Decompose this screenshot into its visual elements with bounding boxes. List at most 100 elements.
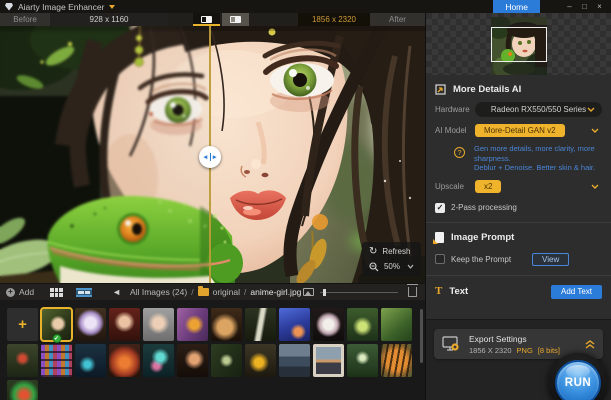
thumbnail-parrot[interactable] [7, 380, 38, 400]
breadcrumb-folder[interactable]: original [213, 287, 240, 297]
split-view-toggle[interactable] [192, 13, 220, 26]
navigator-viewport[interactable] [491, 27, 547, 62]
thumbnail-blue-crystals[interactable] [279, 308, 310, 341]
thumbnail-white-flower[interactable] [313, 308, 344, 341]
chevron-down-icon[interactable] [591, 128, 599, 133]
slider-thumb[interactable] [323, 288, 326, 296]
close-button[interactable]: × [592, 0, 607, 13]
side-by-side-toggle[interactable] [221, 13, 249, 26]
titlebar: Aiarty Image Enhancer Home – □ × [0, 0, 611, 13]
breadcrumb-filename: anime-girl.jpg [250, 287, 302, 297]
view-prompt-button[interactable]: View [532, 252, 570, 266]
ai-model-row: AI Model More-Detail GAN v2 [435, 124, 602, 137]
thumbnail-cyberpunk-street[interactable] [75, 344, 106, 377]
thumbnail-mountains[interactable] [279, 344, 310, 377]
export-details: 1856 X 2320 PNG [8 bits] [469, 346, 560, 355]
run-button-ring: RUN [548, 353, 608, 400]
handle-bar-icon [209, 153, 211, 161]
magnifier-icon [369, 261, 379, 271]
thumbnail-game-icons[interactable] [41, 344, 72, 377]
thumbnail-forest-flyer[interactable] [347, 344, 378, 377]
thumbnail-old-man[interactable] [177, 344, 208, 377]
window-controls: – □ × [562, 0, 607, 13]
split-view-icon [200, 16, 212, 23]
image-prompt-section-header: Image Prompt [433, 231, 602, 244]
minimize-button[interactable]: – [562, 0, 577, 13]
run-button[interactable]: RUN [555, 360, 601, 400]
description-line1: Gen more details, more clarity, more sha… [474, 144, 595, 163]
ai-model-pill[interactable]: More-Detail GAN v2 [475, 124, 565, 137]
refresh-button[interactable]: ↻ Refresh [369, 246, 414, 257]
export-bit-depth: [8 bits] [537, 345, 560, 355]
thumbnail-orange-room[interactable] [109, 344, 140, 377]
hardware-select[interactable]: Radeon RX550/550 Series [475, 102, 602, 117]
collapse-chevron-icon[interactable] [585, 339, 595, 349]
thumbnail-portrait-blonde[interactable] [143, 308, 174, 341]
upscale-control: x2 [475, 179, 602, 193]
upscale-pill[interactable]: x2 [475, 179, 502, 193]
thumbnail-moth-leaves[interactable] [211, 344, 242, 377]
breadcrumb-all-images[interactable]: All Images (24) [130, 287, 187, 297]
app-window: Aiarty Image Enhancer Home – □ × Before … [0, 0, 611, 400]
thumbnail-anime-girl[interactable]: ✓ [40, 307, 73, 343]
maximize-button[interactable]: □ [577, 0, 592, 13]
tab-before[interactable]: Before [0, 13, 50, 26]
details-header: More Details AI [453, 84, 522, 95]
thumbnail-excavator[interactable] [245, 344, 276, 377]
help-icon[interactable]: ? [454, 147, 465, 158]
ai-model-description: ? Gen more details, more clarity, more s… [454, 144, 602, 173]
thumbnail-parrot-figure[interactable] [7, 344, 38, 377]
compare-bar: Before 928 x 1160 1856 x 2320 After [0, 13, 425, 26]
add-text-button[interactable]: Add Text [551, 284, 602, 299]
thumbnail-size-icon [303, 288, 314, 296]
tab-after[interactable]: After [370, 13, 425, 26]
thumbnail-forest-animal[interactable] [245, 308, 276, 341]
panel-footer: Export Settings 1856 X 2320 PNG [8 bits]… [426, 319, 611, 400]
bottom-toolbar: + Add ◄ All Images (24) / original / ani… [0, 283, 425, 300]
thumbnail-scrollbar[interactable] [420, 309, 423, 363]
zoom-control[interactable]: 50% [369, 261, 414, 272]
thumbnail-row [7, 380, 425, 400]
back-arrow-icon[interactable]: ◄ [112, 287, 121, 297]
thumbnail-jellyfish[interactable] [143, 344, 174, 377]
thumbnail-framed-photo[interactable] [313, 344, 344, 377]
add-image-tile[interactable]: + [7, 308, 38, 341]
thumbnail-tiger[interactable] [381, 344, 412, 377]
keep-prompt-checkbox[interactable] [435, 254, 445, 264]
navigator-preview [426, 13, 611, 75]
navigator-dim [491, 17, 547, 27]
view-mode-toggles [192, 13, 249, 26]
app-menu-chevron-icon[interactable] [109, 4, 116, 12]
chevron-down-icon [407, 264, 414, 269]
thumbnail-archway[interactable] [75, 308, 106, 341]
app-title: Aiarty Image Enhancer [18, 1, 105, 12]
grid-view-button[interactable] [50, 287, 64, 297]
image-canvas[interactable]: ◄ ► ↻ Refresh 50% [0, 26, 425, 283]
panel-body: More Details AI Hardware Radeon RX550/55… [426, 75, 611, 319]
filmstrip-view-button[interactable] [76, 287, 93, 297]
thumbnail-terrarium[interactable] [347, 308, 378, 341]
compare-divider-handle[interactable]: ◄ ► [199, 146, 221, 168]
thumbnail-size-slider[interactable] [320, 288, 398, 296]
home-button[interactable]: Home [493, 0, 540, 13]
hardware-value: Radeon RX550/550 Series [490, 105, 587, 114]
handle-right-arrow-icon: ► [211, 153, 218, 161]
thumbnail-jungle[interactable] [381, 308, 412, 341]
export-format: PNG [516, 345, 533, 355]
add-button[interactable]: + Add [6, 287, 34, 297]
selected-check-icon: ✓ [52, 334, 61, 343]
breadcrumb-separator: / [244, 287, 247, 297]
thumbnail-portrait-redhead[interactable] [109, 308, 140, 341]
thumbnail-bunny[interactable] [211, 308, 242, 341]
view-tools-overlay: ↻ Refresh 50% [361, 242, 421, 276]
navigator-thumbnail[interactable] [491, 17, 547, 75]
two-pass-row[interactable]: ✓ 2-Pass processing [435, 202, 602, 213]
ai-model-control: More-Detail GAN v2 [475, 124, 602, 137]
two-pass-checkbox[interactable]: ✓ [435, 202, 445, 213]
two-pass-label: 2-Pass processing [451, 203, 517, 212]
chevron-down-icon[interactable] [591, 184, 599, 189]
folder-icon [197, 286, 209, 296]
thumbnail-bird-flowers[interactable] [177, 308, 208, 341]
ai-model-label: AI Model [435, 126, 467, 135]
trash-icon[interactable] [407, 284, 418, 297]
